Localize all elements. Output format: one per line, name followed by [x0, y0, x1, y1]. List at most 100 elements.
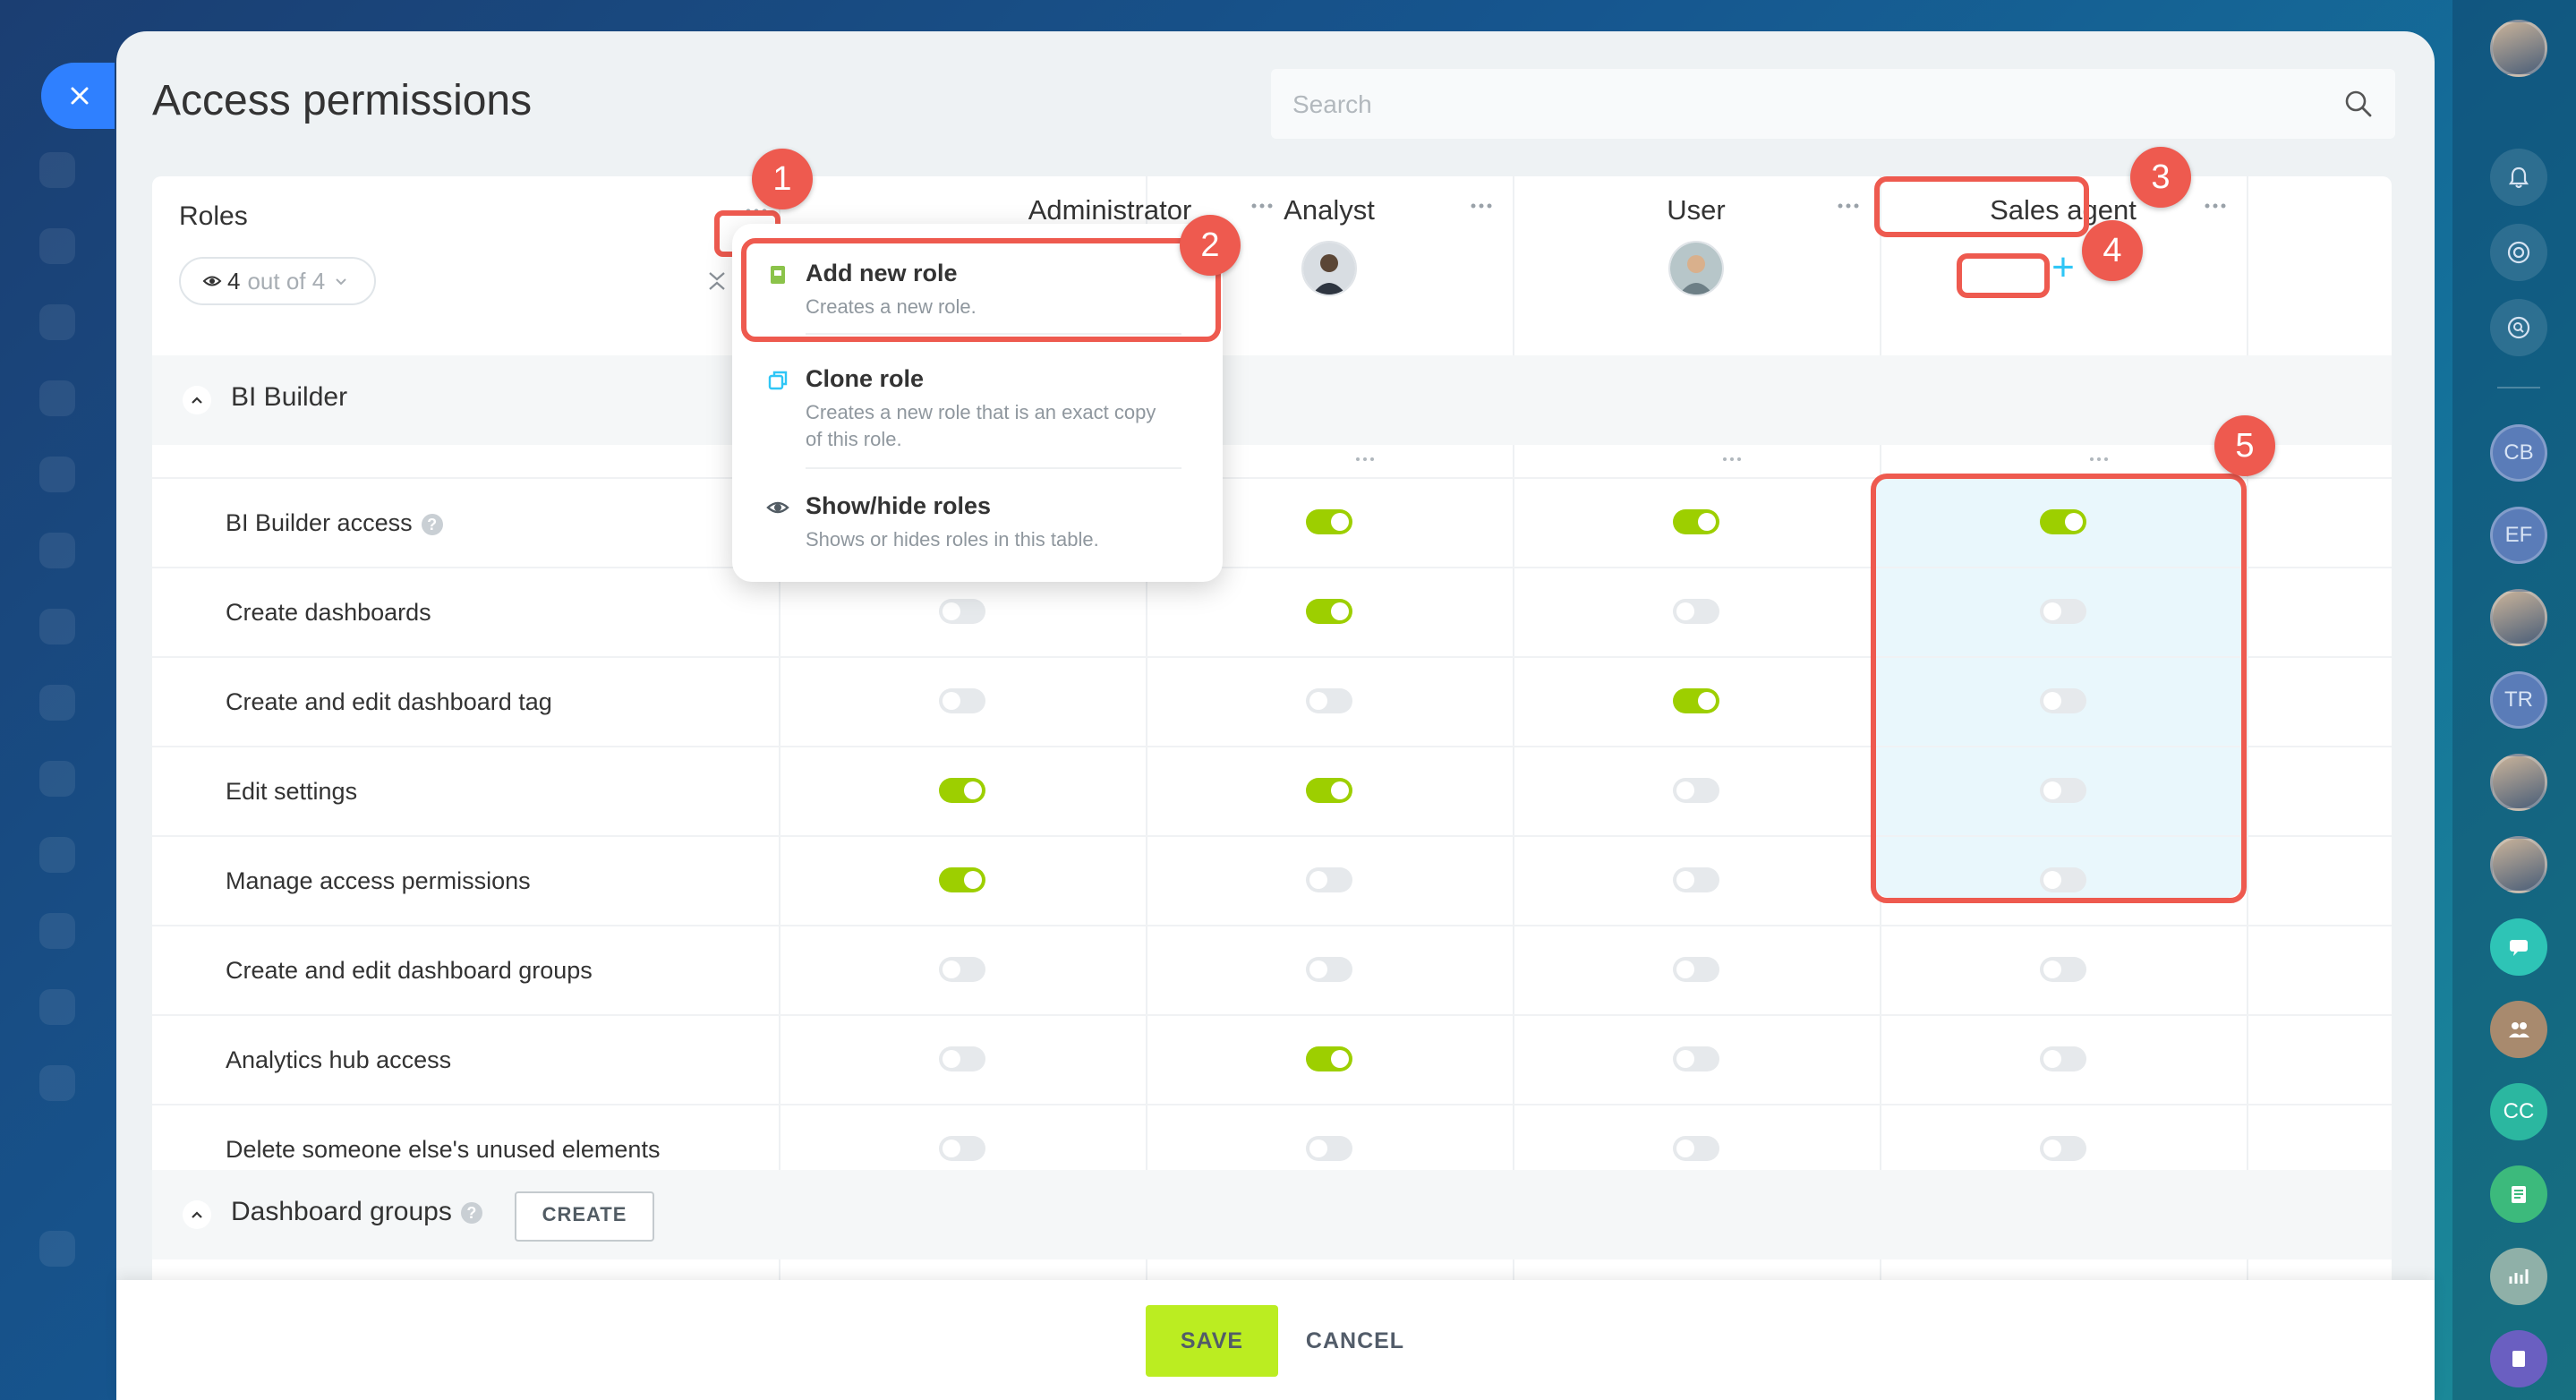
avatar[interactable] [1668, 241, 1724, 296]
chat-group-icon[interactable] [2490, 918, 2547, 976]
more-icon[interactable] [1721, 456, 1743, 463]
highlight-sales-agent-column [1871, 474, 2247, 903]
sidebar-icon[interactable] [39, 457, 75, 492]
highlight-add-user [1957, 253, 2050, 298]
permission-toggle[interactable] [939, 688, 985, 713]
cancel-button[interactable]: CANCEL [1298, 1305, 1412, 1377]
permission-toggle[interactable] [2040, 1136, 2086, 1161]
permission-label: Delete someone else's unused elements [226, 1136, 661, 1163]
roles-header: Roles [179, 201, 248, 231]
permission-label: Analytics hub access [226, 1046, 452, 1073]
permission-toggle[interactable] [1306, 509, 1352, 534]
more-icon[interactable] [1354, 456, 1376, 463]
close-button[interactable] [41, 63, 115, 129]
permission-toggle[interactable] [1673, 688, 1719, 713]
permission-label: Edit settings [226, 778, 358, 805]
page-title: Access permissions [152, 77, 533, 124]
save-button[interactable]: SAVE [1146, 1305, 1278, 1377]
more-icon[interactable] [1835, 200, 1862, 212]
permission-toggle[interactable] [1306, 688, 1352, 713]
permission-toggle[interactable] [1673, 1046, 1719, 1071]
sidebar-icon[interactable] [39, 685, 75, 721]
section-title: Dashboard groups? [231, 1197, 482, 1227]
contact-avatar[interactable] [2490, 589, 2547, 646]
permission-toggle[interactable] [1673, 957, 1719, 982]
sidebar-icon[interactable] [39, 761, 75, 797]
sidebar-icon[interactable] [39, 1065, 75, 1101]
permissions-table: Roles 4 out of 4 Administrator Analyst U… [152, 176, 2392, 1400]
section-dashboard-groups: Dashboard groups? CREATE [152, 1170, 2392, 1259]
permission-toggle[interactable] [1306, 599, 1352, 624]
help-icon[interactable]: ? [421, 513, 443, 535]
notifications-icon[interactable] [2490, 149, 2547, 206]
permission-toggle[interactable] [939, 599, 985, 624]
contact-avatar[interactable]: TR [2490, 671, 2547, 729]
help-icon[interactable]: ? [460, 1202, 482, 1225]
permission-label: Manage access permissions [226, 867, 531, 894]
contacts-book-icon[interactable] [2490, 1330, 2547, 1387]
permission-toggle[interactable] [1673, 1136, 1719, 1161]
chart-icon[interactable] [2490, 1248, 2547, 1305]
contact-avatar[interactable]: EF [2490, 507, 2547, 564]
search-box [1271, 69, 2395, 141]
contact-avatar[interactable]: CB [2490, 424, 2547, 482]
permission-toggle[interactable] [1306, 867, 1352, 892]
collapse-columns-icon[interactable] [705, 269, 729, 293]
permission-toggle[interactable] [2040, 957, 2086, 982]
contact-avatar[interactable] [2490, 836, 2547, 893]
eye-icon [766, 501, 789, 514]
group-avatar-icon[interactable] [2490, 1001, 2547, 1058]
more-icon[interactable] [2202, 200, 2229, 212]
document-icon[interactable] [2490, 1165, 2547, 1223]
permission-label: Create and edit dashboard tag [226, 688, 552, 715]
sidebar-icon[interactable] [39, 609, 75, 645]
permission-toggle[interactable] [1306, 957, 1352, 982]
permission-toggle[interactable] [1673, 599, 1719, 624]
permission-toggle[interactable] [939, 1046, 985, 1071]
search-input[interactable] [1271, 69, 2324, 141]
collapse-section-button[interactable] [183, 1200, 211, 1229]
footer-bar: SAVE CANCEL [116, 1280, 2435, 1400]
section-bi-builder: BI Builder [152, 355, 2392, 445]
permission-toggle[interactable] [1673, 509, 1719, 534]
create-button[interactable]: CREATE [515, 1191, 654, 1242]
permission-toggle[interactable] [1306, 1136, 1352, 1161]
chevron-up-icon [192, 1211, 202, 1218]
search-icon[interactable] [2341, 87, 2376, 121]
permission-toggle[interactable] [1306, 1046, 1352, 1071]
current-user-avatar[interactable] [2490, 20, 2547, 77]
permission-toggle[interactable] [939, 1136, 985, 1161]
callout-badge: 2 [1180, 215, 1241, 276]
role-name[interactable]: User [1513, 194, 1880, 226]
sidebar-icon[interactable] [39, 304, 75, 340]
permission-toggle[interactable] [939, 778, 985, 803]
sidebar-icon[interactable] [39, 380, 75, 416]
column-header-user: User [1513, 176, 1880, 321]
sidebar-icon[interactable] [39, 1231, 75, 1267]
highlight-add-new-role [741, 238, 1221, 342]
roles-visibility-filter[interactable]: 4 out of 4 [179, 257, 376, 305]
permission-toggle[interactable] [939, 957, 985, 982]
divider [2497, 387, 2540, 388]
sidebar-icon[interactable] [39, 152, 75, 188]
contact-avatar[interactable] [2490, 754, 2547, 811]
callout-badge: 4 [2082, 220, 2143, 281]
permission-toggle[interactable] [2040, 1046, 2086, 1071]
sidebar-icon[interactable] [39, 913, 75, 949]
collapse-section-button[interactable] [183, 386, 211, 414]
permission-toggle[interactable] [1306, 778, 1352, 803]
clone-icon [768, 371, 788, 390]
permission-toggle[interactable] [939, 867, 985, 892]
more-icon[interactable] [2088, 456, 2110, 463]
sidebar-icon[interactable] [39, 228, 75, 264]
permission-toggle[interactable] [1673, 867, 1719, 892]
sidebar-icon[interactable] [39, 533, 75, 568]
sidebar-icon[interactable] [39, 989, 75, 1025]
contact-avatar[interactable]: CC [2490, 1083, 2547, 1140]
more-icon[interactable] [1468, 200, 1495, 212]
avatar[interactable] [1301, 241, 1357, 296]
sidebar-icon[interactable] [39, 837, 75, 873]
permission-toggle[interactable] [1673, 778, 1719, 803]
target-icon[interactable] [2490, 224, 2547, 281]
search-chat-icon[interactable] [2490, 299, 2547, 356]
